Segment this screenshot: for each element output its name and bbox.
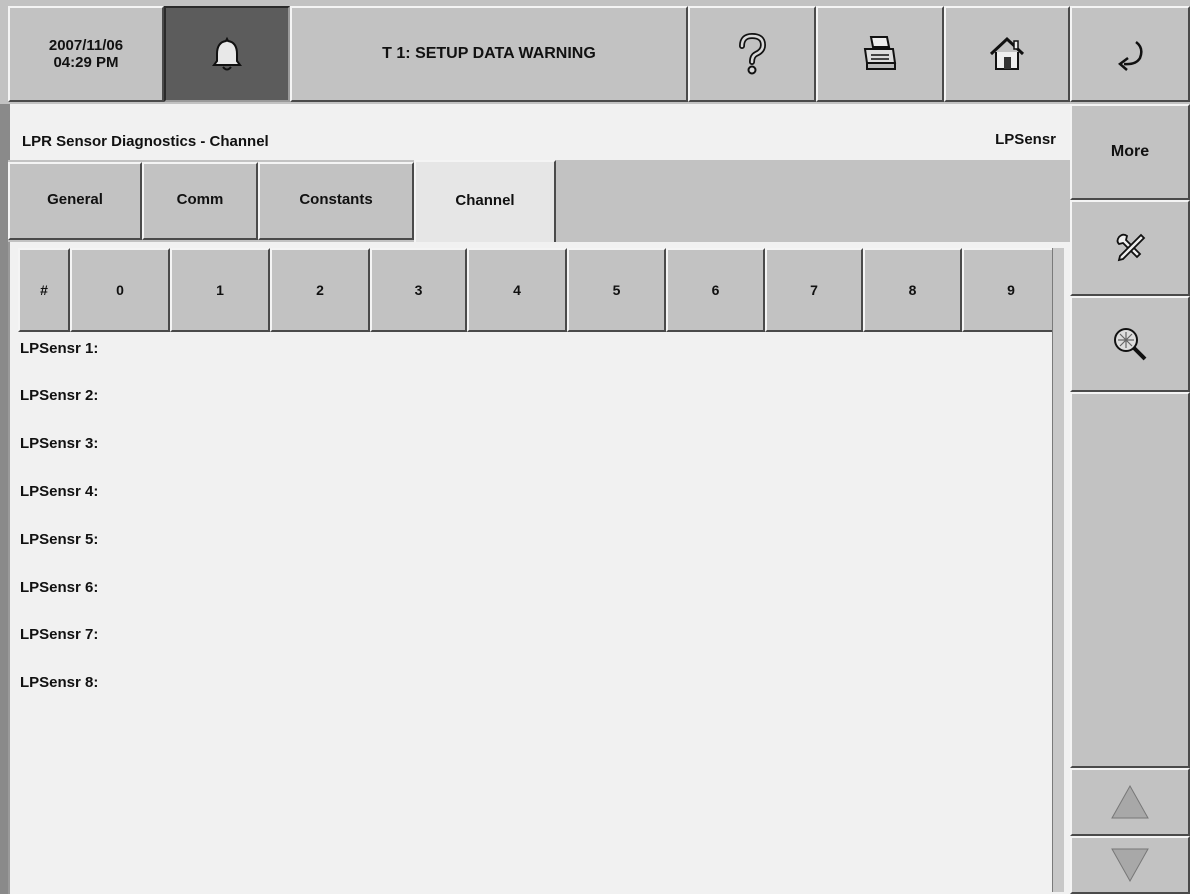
time-text: 04:29 PM bbox=[53, 54, 119, 71]
date-text: 2007/11/06 bbox=[48, 37, 124, 54]
scroll-down-icon bbox=[1111, 848, 1149, 883]
tools-icon bbox=[1116, 233, 1146, 262]
printer-icon bbox=[863, 36, 897, 70]
top-bar: 2007/11/06 04:29 PM T 1: SETUP DATA WARN… bbox=[0, 0, 1190, 104]
tab-label: General bbox=[47, 190, 103, 208]
print-button[interactable] bbox=[816, 6, 944, 102]
column-header[interactable]: 4 bbox=[467, 248, 567, 332]
tab-label: Comm bbox=[176, 190, 224, 208]
datetime-display: 2007/11/06 04:29 PM bbox=[8, 6, 164, 102]
page-title: LPR Sensor Diagnostics - Channel bbox=[22, 133, 269, 150]
channel-panel: # 0 1 2 3 4 5 6 7 8 9 LPSensr 1: LPSensr… bbox=[8, 242, 1070, 894]
back-button[interactable] bbox=[1070, 6, 1190, 102]
sensor-row-label: LPSensr 5: bbox=[20, 531, 99, 548]
more-button[interactable]: More bbox=[1070, 104, 1190, 200]
scroll-up-icon bbox=[1111, 784, 1149, 819]
tab-bar: General Comm Constants Channel bbox=[8, 160, 1070, 242]
sensor-row-label: LPSensr 6: bbox=[20, 579, 99, 596]
sensor-row-label: LPSensr 4: bbox=[20, 483, 99, 500]
column-header[interactable]: 7 bbox=[765, 248, 863, 332]
column-header[interactable]: 5 bbox=[567, 248, 666, 332]
tab-comm[interactable]: Comm bbox=[142, 162, 258, 240]
diagnostics-icon bbox=[1114, 328, 1147, 361]
home-icon bbox=[989, 36, 1025, 70]
column-header[interactable]: 8 bbox=[863, 248, 962, 332]
bell-icon bbox=[212, 36, 242, 71]
column-header[interactable]: 6 bbox=[666, 248, 765, 332]
screen-title-bar: LPR Sensor Diagnostics - Channel LPSensr bbox=[8, 104, 1070, 160]
sensor-row-label: LPSensr 1: bbox=[20, 340, 99, 357]
help-icon bbox=[739, 32, 767, 75]
sensor-row-label: LPSensr 3: bbox=[20, 435, 99, 452]
column-header[interactable]: 2 bbox=[270, 248, 370, 332]
alarm-button[interactable] bbox=[164, 6, 290, 102]
sidebar-blank-area bbox=[1070, 392, 1190, 768]
tab-channel[interactable]: Channel bbox=[414, 160, 556, 242]
scroll-up-button[interactable] bbox=[1070, 768, 1190, 836]
tab-general[interactable]: General bbox=[8, 162, 142, 240]
sensor-row-label: LPSensr 7: bbox=[20, 626, 99, 643]
column-header[interactable]: 3 bbox=[370, 248, 467, 332]
tab-label: Channel bbox=[455, 191, 515, 209]
help-button[interactable] bbox=[688, 6, 816, 102]
sensor-row-label: LPSensr 2: bbox=[20, 387, 99, 404]
tab-label: Constants bbox=[299, 190, 373, 208]
vertical-scrollbar[interactable] bbox=[1052, 248, 1064, 892]
channel-column-header: # 0 1 2 3 4 5 6 7 8 9 bbox=[18, 248, 1060, 332]
back-arrow-icon bbox=[1118, 41, 1143, 71]
tools-button[interactable] bbox=[1070, 200, 1190, 296]
scroll-down-button[interactable] bbox=[1070, 836, 1190, 894]
device-name: LPSensr bbox=[995, 131, 1056, 148]
right-sidebar: More bbox=[1070, 104, 1190, 894]
column-header[interactable]: 1 bbox=[170, 248, 270, 332]
home-button[interactable] bbox=[944, 6, 1070, 102]
warning-message[interactable]: T 1: SETUP DATA WARNING bbox=[290, 6, 688, 102]
diagnostics-button[interactable] bbox=[1070, 296, 1190, 392]
sensor-row-label: LPSensr 8: bbox=[20, 674, 99, 691]
column-header[interactable]: 9 bbox=[962, 248, 1060, 332]
tab-constants[interactable]: Constants bbox=[258, 162, 414, 240]
column-header[interactable]: 0 bbox=[70, 248, 170, 332]
column-header[interactable]: # bbox=[18, 248, 70, 332]
